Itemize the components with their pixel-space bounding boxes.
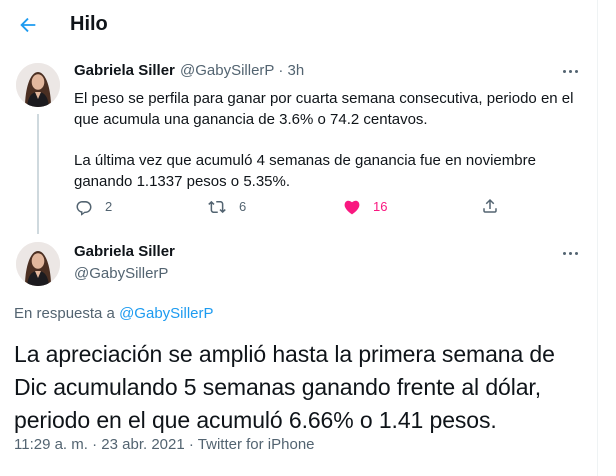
- reply-context: En respuesta a @GabySillerP: [14, 304, 214, 324]
- author-handle[interactable]: @GabySillerP: [74, 264, 168, 284]
- more-button[interactable]: [559, 65, 581, 77]
- reply-icon: [76, 201, 92, 216]
- tweet-actions: 2 6 16: [0, 197, 597, 217]
- tweet-paragraph: La última vez que acumuló 4 semanas de g…: [74, 152, 536, 190]
- reply-handle-link[interactable]: @GabySillerP: [119, 305, 213, 322]
- retweet-icon: [208, 200, 226, 214]
- author-name[interactable]: Gabriela Siller: [74, 61, 175, 81]
- avatar[interactable]: [16, 242, 60, 286]
- thread-header: Hilo: [0, 0, 597, 50]
- tweet-body: El peso se perfila para ganar por cuarta…: [74, 88, 574, 192]
- like-count: 16: [373, 199, 388, 214]
- profile-photo-icon: [16, 63, 60, 107]
- author-name[interactable]: Gabriela Siller: [74, 242, 175, 262]
- meta-separator: ·: [278, 62, 284, 79]
- thread-view: Hilo Gabriela Siller @GabySillerP · 3h E…: [0, 0, 598, 476]
- share-button[interactable]: [481, 197, 499, 215]
- tweet-time[interactable]: 11:29 a. m.: [14, 436, 88, 453]
- tweet-date[interactable]: 23 abr. 2021: [101, 436, 184, 453]
- meta-separator: ·: [92, 436, 98, 453]
- reply-count: 2: [105, 199, 113, 214]
- more-button[interactable]: [559, 247, 581, 259]
- reply-button[interactable]: 2: [75, 197, 112, 217]
- more-horizontal-icon: [562, 251, 566, 255]
- heart-icon: [344, 200, 360, 215]
- tweet-paragraph: El peso se perfila para ganar por cuarta…: [74, 90, 574, 128]
- tweet-source[interactable]: Twitter for iPhone: [198, 436, 315, 453]
- tweet-time[interactable]: 3h: [288, 62, 305, 79]
- meta-separator: ·: [188, 436, 194, 453]
- like-button[interactable]: 16: [343, 197, 387, 217]
- profile-photo-icon: [16, 242, 60, 286]
- tweet-meta: @GabySillerP · 3h: [180, 61, 304, 81]
- retweet-count: 6: [239, 199, 247, 214]
- page-title: Hilo: [70, 13, 108, 35]
- arrow-left-icon: [20, 17, 36, 33]
- author-handle[interactable]: @GabySillerP: [180, 62, 274, 79]
- more-horizontal-icon: [562, 69, 566, 73]
- back-button[interactable]: [14, 11, 42, 39]
- tweet-main-text: La apreciación se amplió hasta la primer…: [14, 341, 555, 433]
- avatar[interactable]: [16, 63, 60, 107]
- retweet-button[interactable]: 6: [207, 197, 246, 217]
- reply-prefix: En respuesta a: [14, 305, 115, 322]
- share-icon: [483, 198, 497, 213]
- tweet-timestamp: 11:29 a. m. · 23 abr. 2021 · Twitter for…: [14, 435, 315, 455]
